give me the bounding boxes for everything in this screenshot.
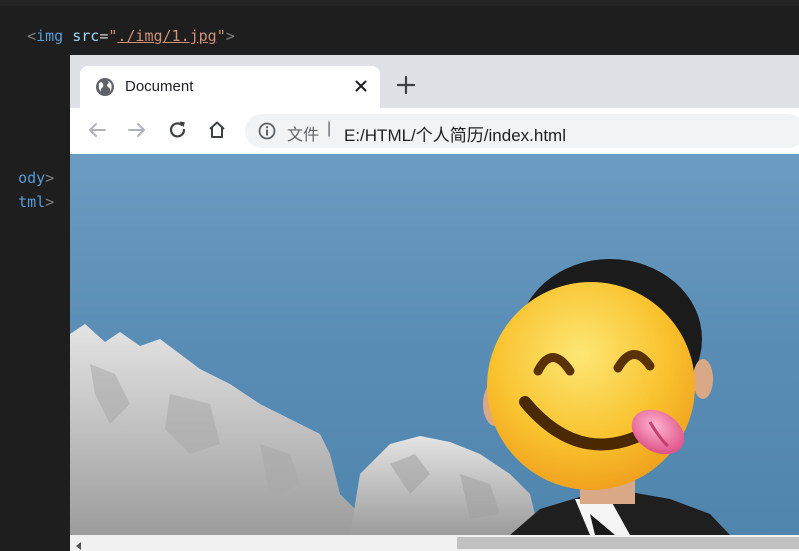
reload-icon[interactable] [167,119,189,141]
tag-open-bracket: < [27,27,37,45]
html-tag-bracket: > [45,193,55,211]
browser-window: Document 文件 | E:/HTML/个人简历/index.html [70,55,799,551]
scroll-left-icon[interactable] [74,538,84,550]
security-label: 文件 [287,127,320,144]
scrollbar-thumb[interactable] [457,537,799,549]
address-bar[interactable]: 文件 | E:/HTML/个人简历/index.html [245,114,799,148]
home-icon[interactable] [206,119,228,141]
tag-name: img [36,27,64,45]
code-line-img[interactable]: <img src="./img/1.jpg"> [9,6,235,46]
tab-strip: Document [70,55,799,108]
omnibox-separator: | [327,120,332,137]
globe-icon [95,77,115,97]
attr-equals: = [99,27,109,45]
info-icon[interactable] [258,122,276,140]
page-viewport [70,154,799,535]
tab-document[interactable]: Document [80,66,380,108]
code-line-html-close[interactable]: tml> [0,172,54,212]
attr-quote-close: " [216,27,226,45]
src-link[interactable]: ./img/1.jpg [117,27,216,45]
tab-title: Document [125,78,194,95]
browser-toolbar: 文件 | E:/HTML/个人简历/index.html [70,108,799,155]
arrow-left-icon[interactable] [86,119,108,141]
url-text[interactable]: E:/HTML/个人简历/index.html [344,121,566,146]
tag-close-bracket: > [225,27,235,45]
emoji-face [487,282,695,490]
page-image [70,154,799,535]
attr-name: src [72,27,100,45]
close-icon[interactable] [353,78,369,94]
arrow-right-icon[interactable] [126,119,148,141]
horizontal-scrollbar[interactable] [70,535,799,551]
html-tag-name: tml [18,193,46,211]
plus-icon[interactable] [395,74,417,96]
